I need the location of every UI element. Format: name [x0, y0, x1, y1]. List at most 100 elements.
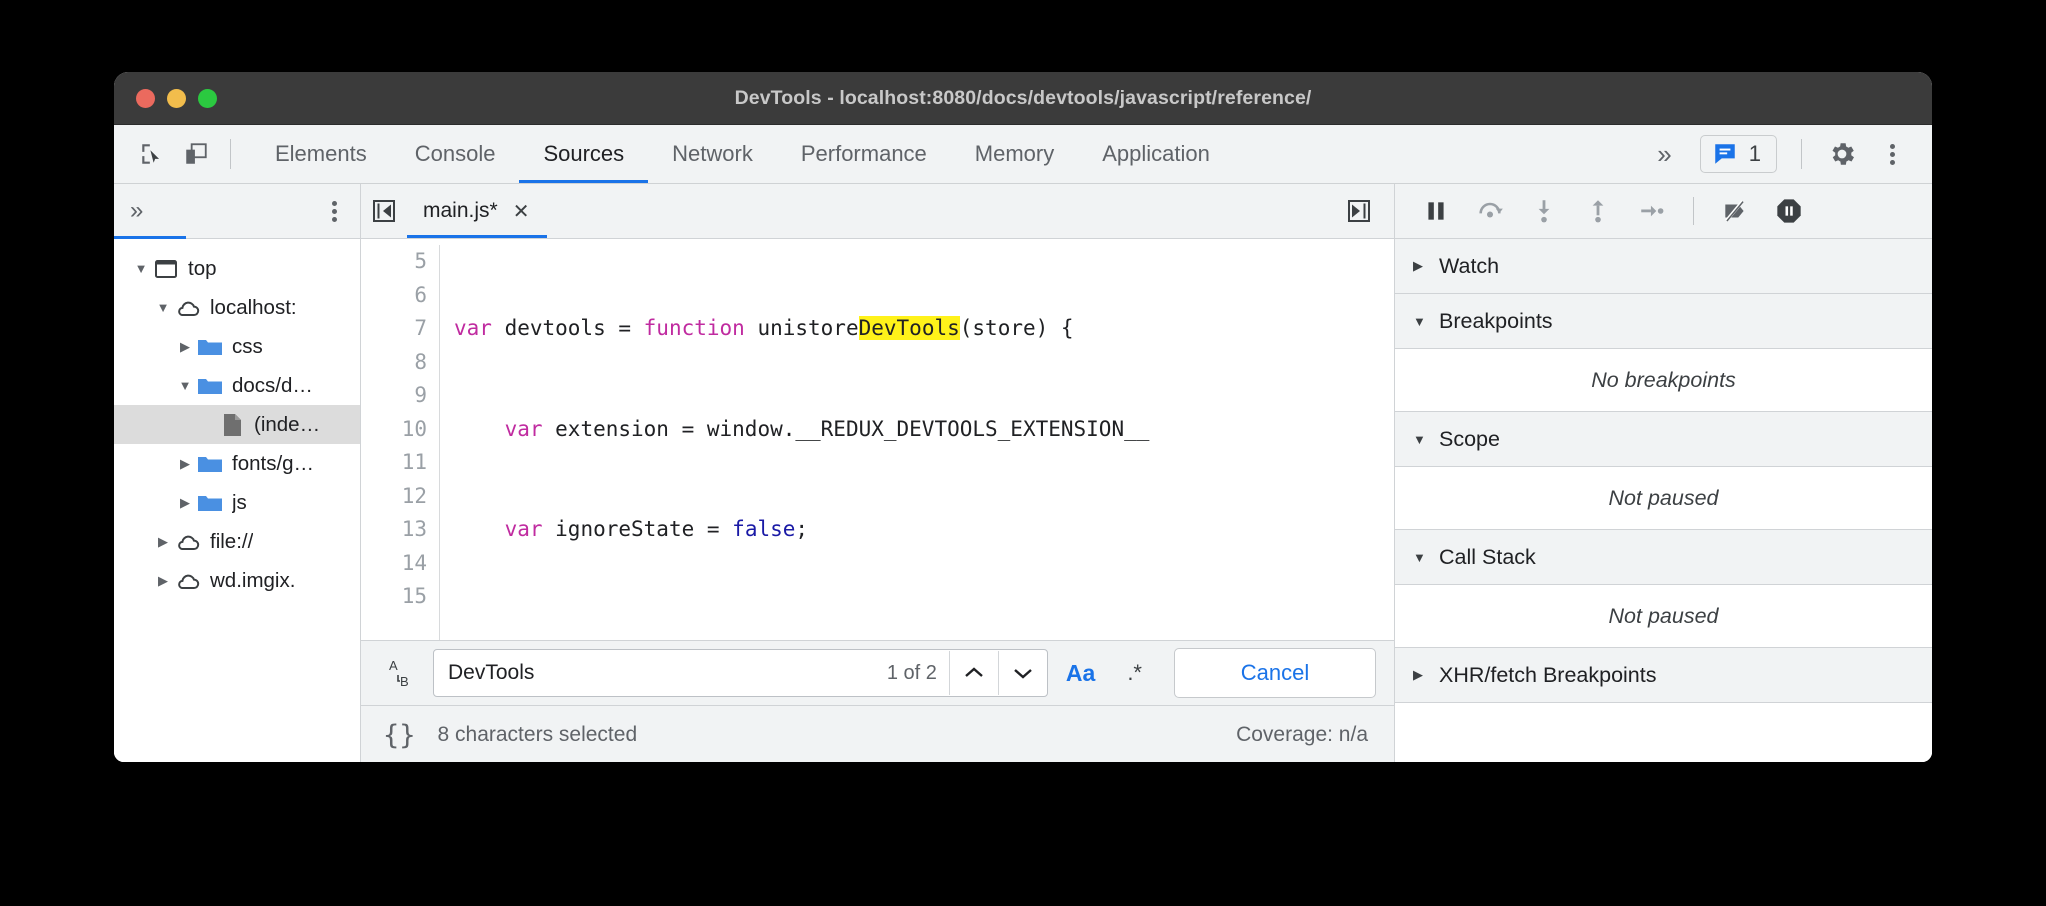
step-button[interactable] — [1629, 188, 1675, 234]
message-bubble-icon — [1712, 141, 1738, 167]
tree-item-index[interactable]: (inde… — [114, 405, 360, 444]
code-line-5: var devtools = function unistoreDevTools… — [454, 312, 1162, 346]
pretty-print-icon[interactable]: {} — [383, 720, 416, 751]
close-tab-icon[interactable]: ✕ — [513, 199, 530, 224]
collapsed-triangle-icon[interactable]: ▶ — [174, 339, 196, 355]
collapsed-triangle-icon[interactable]: ▶ — [152, 534, 174, 550]
regex-button[interactable]: .* — [1113, 660, 1156, 686]
scope-empty-state: Not paused — [1395, 467, 1932, 530]
tree-item-docs[interactable]: ▼ docs/d… — [114, 366, 360, 405]
code-line-6: var extension = window.__REDUX_DEVTOOLS_… — [454, 413, 1162, 447]
debugger-toolbar — [1395, 184, 1932, 239]
line-number: 13 — [361, 513, 427, 547]
tab-sources[interactable]: Sources — [519, 125, 648, 183]
collapsed-triangle-icon[interactable]: ▶ — [152, 573, 174, 589]
deactivate-breakpoints-button[interactable] — [1712, 188, 1758, 234]
collapsed-triangle-icon[interactable]: ▶ — [174, 456, 196, 472]
tree-item-css[interactable]: ▶ css — [114, 327, 360, 366]
tab-performance[interactable]: Performance — [777, 125, 951, 183]
more-tabs-chevron-icon[interactable]: » — [1641, 141, 1687, 167]
code-token: devtools = — [505, 316, 644, 340]
code-line-7: var ignoreState = false; — [454, 513, 1162, 547]
line-number: 15 — [361, 580, 427, 614]
step-into-button[interactable] — [1521, 188, 1567, 234]
match-case-button[interactable]: Aa — [1048, 660, 1113, 687]
navigator-menu-icon[interactable] — [322, 198, 346, 224]
debugger-section-xhr-breakpoints[interactable]: ▶ XHR/fetch Breakpoints — [1395, 648, 1932, 703]
section-label: Call Stack — [1439, 545, 1536, 570]
code-token: ; — [795, 517, 808, 541]
search-match-highlight: DevTools — [859, 316, 960, 340]
line-number: 12 — [361, 480, 427, 514]
debugger-section-scope[interactable]: ▼ Scope — [1395, 412, 1932, 467]
debugger-section-watch[interactable]: ▶ Watch — [1395, 239, 1932, 294]
code-token: var — [454, 417, 555, 441]
pause-on-exceptions-button[interactable] — [1766, 188, 1812, 234]
replace-toggle-button[interactable]: A B — [381, 657, 425, 689]
collapsed-triangle-icon[interactable]: ▶ — [174, 495, 196, 511]
tree-item-fonts[interactable]: ▶ fonts/g… — [114, 444, 360, 483]
tab-application[interactable]: Application — [1078, 125, 1234, 183]
tree-item-top[interactable]: ▼ top — [114, 249, 360, 288]
search-result-count: 1 of 2 — [887, 662, 949, 685]
more-navigator-tabs-icon[interactable]: » — [130, 199, 143, 223]
code-line-8 — [454, 614, 1162, 641]
toolbar-right-actions: » 1 — [1641, 132, 1932, 176]
inspect-element-button[interactable] — [130, 132, 174, 176]
expanded-triangle-icon[interactable]: ▼ — [174, 378, 196, 393]
folder-icon — [196, 337, 223, 357]
tree-item-js[interactable]: ▶ js — [114, 483, 360, 522]
search-next-button[interactable] — [998, 651, 1047, 695]
code-token: var — [454, 517, 555, 541]
search-input[interactable] — [434, 661, 887, 685]
debugger-section-breakpoints[interactable]: ▼ Breakpoints — [1395, 294, 1932, 349]
console-messages-badge[interactable]: 1 — [1700, 135, 1777, 173]
code-token: unistore — [757, 316, 858, 340]
window-title: DevTools - localhost:8080/docs/devtools/… — [114, 72, 1932, 124]
devtools-content: » ▼ top ▼ — [114, 184, 1932, 762]
devtools-main-toolbar: Elements Console Sources Network Perform… — [114, 125, 1932, 184]
step-over-button[interactable] — [1467, 188, 1513, 234]
devtools-window: DevTools - localhost:8080/docs/devtools/… — [114, 72, 1932, 762]
debugger-toolbar-divider — [1693, 197, 1694, 225]
navigator-header: » — [114, 184, 360, 239]
tree-item-localhost[interactable]: ▼ localhost: — [114, 288, 360, 327]
expanded-triangle-icon: ▼ — [1413, 432, 1439, 447]
tab-network[interactable]: Network — [648, 125, 777, 183]
tree-item-file-protocol[interactable]: ▶ file:// — [114, 522, 360, 561]
cancel-button[interactable]: Cancel — [1174, 648, 1376, 698]
step-out-button[interactable] — [1575, 188, 1621, 234]
screenshot-root: DevTools - localhost:8080/docs/devtools/… — [0, 0, 2046, 906]
document-icon — [218, 413, 245, 437]
code-token: var — [454, 316, 505, 340]
line-number: 6 — [361, 279, 427, 313]
tree-item-label: wd.imgix. — [210, 569, 295, 593]
folder-icon — [196, 454, 223, 474]
tab-memory[interactable]: Memory — [951, 125, 1078, 183]
navigator-panel: » ▼ top ▼ — [114, 184, 361, 762]
debugger-section-call-stack[interactable]: ▼ Call Stack — [1395, 530, 1932, 585]
main-menu-button[interactable] — [1870, 132, 1914, 176]
settings-button[interactable] — [1820, 132, 1864, 176]
device-toolbar-button[interactable] — [174, 132, 218, 176]
expanded-triangle-icon[interactable]: ▼ — [152, 300, 174, 315]
pause-on-exceptions-icon — [1775, 197, 1803, 225]
search-field[interactable]: 1 of 2 — [433, 649, 1048, 697]
collapsed-triangle-icon: ▶ — [1413, 667, 1439, 683]
expanded-triangle-icon[interactable]: ▼ — [130, 261, 152, 276]
editor-tab-main-js[interactable]: main.js* ✕ — [407, 184, 547, 238]
code-token: extension = window.__REDUX_DEVTOOLS_EXTE… — [555, 417, 1149, 441]
tab-elements[interactable]: Elements — [251, 125, 391, 183]
pause-script-execution-button[interactable] — [1413, 188, 1459, 234]
kebab-menu-icon — [1880, 141, 1904, 167]
tab-console[interactable]: Console — [391, 125, 520, 183]
previous-tab-button[interactable] — [361, 184, 407, 238]
next-tab-button[interactable] — [1336, 184, 1382, 238]
tree-item-wd-imgix[interactable]: ▶ wd.imgix. — [114, 561, 360, 600]
tree-item-label: localhost: — [210, 296, 297, 320]
code-editor[interactable]: 5 6 7 8 9 10 11 12 13 14 15 — [361, 239, 1394, 640]
panel-tabs: Elements Console Sources Network Perform… — [251, 125, 1234, 183]
match-case-replace-icon: A B — [388, 657, 418, 689]
line-number: 7 — [361, 312, 427, 346]
search-previous-button[interactable] — [949, 651, 998, 695]
